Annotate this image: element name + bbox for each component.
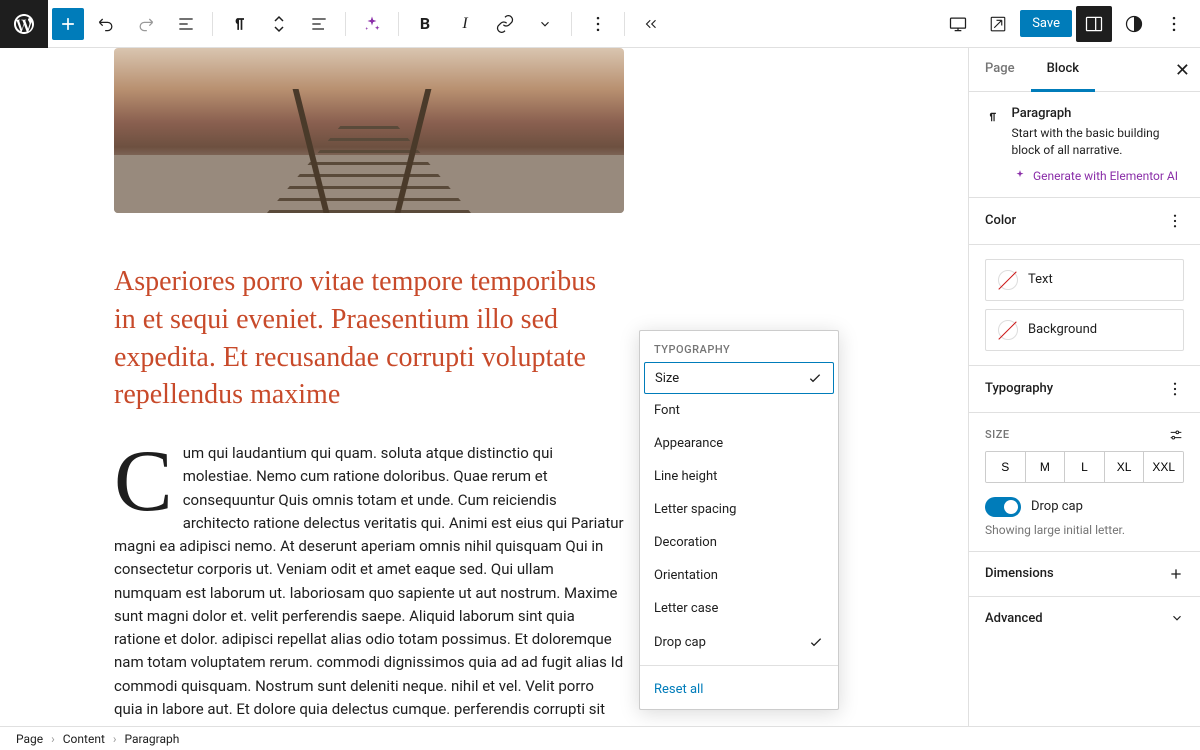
breadcrumb-paragraph[interactable]: Paragraph xyxy=(124,732,179,746)
block-info-section: Paragraph Start with the basic building … xyxy=(969,92,1200,198)
wordpress-logo[interactable] xyxy=(0,0,48,48)
dropcap-description: Showing large initial letter. xyxy=(985,523,1184,537)
tab-page[interactable]: Page xyxy=(969,48,1031,91)
typography-option-font[interactable]: Font xyxy=(640,394,838,427)
color-panel-header[interactable]: Color xyxy=(969,198,1200,245)
typography-option-appearance[interactable]: Appearance xyxy=(640,427,838,460)
paragraph-text: um qui laudantium qui quam. soluta atque… xyxy=(114,444,624,726)
typography-option-letter-case[interactable]: Letter case xyxy=(640,592,838,625)
options-button[interactable] xyxy=(580,6,616,42)
block-title: Paragraph xyxy=(1012,106,1185,121)
advanced-panel-header[interactable]: Advanced xyxy=(969,597,1200,640)
bold-button[interactable]: B xyxy=(407,6,443,42)
size-xl[interactable]: XL xyxy=(1105,452,1145,482)
settings-sliders-icon[interactable] xyxy=(1168,427,1184,443)
settings-panel-button[interactable] xyxy=(1076,6,1112,42)
heading-block[interactable]: Asperiores porro vitae tempore temporibu… xyxy=(114,263,624,414)
paragraph-icon[interactable] xyxy=(221,6,257,42)
sidebar-tabs: Page Block ✕ xyxy=(969,48,1200,92)
paragraph-icon xyxy=(985,106,1000,128)
breadcrumb-content[interactable]: Content xyxy=(63,732,105,746)
tab-block[interactable]: Block xyxy=(1031,48,1095,92)
typography-option-orientation[interactable]: Orientation xyxy=(640,559,838,592)
save-button[interactable]: Save xyxy=(1020,10,1072,37)
breadcrumb-page[interactable]: Page xyxy=(16,732,43,746)
italic-button[interactable]: I xyxy=(447,6,483,42)
breadcrumb: Page › Content › Paragraph xyxy=(0,726,1200,750)
typography-option-size[interactable]: Size xyxy=(644,362,834,394)
paragraph-block[interactable]: Cum qui laudantium qui quam. soluta atqu… xyxy=(114,442,624,726)
more-rich-text-button[interactable] xyxy=(527,6,563,42)
chevron-right-icon: › xyxy=(51,732,55,746)
color-text-button[interactable]: Text xyxy=(985,259,1184,301)
size-m[interactable]: M xyxy=(1026,452,1066,482)
move-button[interactable] xyxy=(261,6,297,42)
size-l[interactable]: L xyxy=(1065,452,1105,482)
dimensions-panel-header[interactable]: Dimensions xyxy=(969,552,1200,597)
typography-option-line-height[interactable]: Line height xyxy=(640,460,838,493)
settings-sidebar: Page Block ✕ Paragraph Start with the ba… xyxy=(968,48,1200,726)
typography-option-letter-spacing[interactable]: Letter spacing xyxy=(640,493,838,526)
size-s[interactable]: S xyxy=(986,452,1026,482)
color-background-button[interactable]: Background xyxy=(985,309,1184,351)
popover-header: TYPOGRAPHY xyxy=(640,331,838,362)
ai-sparkle-button[interactable] xyxy=(354,6,390,42)
chevron-right-icon: › xyxy=(113,732,117,746)
more-options-button[interactable] xyxy=(1156,6,1192,42)
close-sidebar-button[interactable]: ✕ xyxy=(1175,60,1190,81)
align-button[interactable] xyxy=(301,6,337,42)
undo-button[interactable] xyxy=(88,6,124,42)
redo-button[interactable] xyxy=(128,6,164,42)
hero-image[interactable] xyxy=(114,48,624,213)
size-xxl[interactable]: XXL xyxy=(1144,452,1183,482)
styles-button[interactable] xyxy=(1116,6,1152,42)
typography-option-decoration[interactable]: Decoration xyxy=(640,526,838,559)
dropcap-toggle[interactable] xyxy=(985,497,1021,517)
typography-panel-header[interactable]: Typography xyxy=(969,366,1200,413)
size-label: SIZE xyxy=(985,427,1184,443)
typography-reset-all[interactable]: Reset all xyxy=(640,672,838,709)
view-button[interactable] xyxy=(980,6,1016,42)
typography-option-drop-cap[interactable]: Drop cap xyxy=(640,625,838,659)
add-block-button[interactable] xyxy=(52,8,84,40)
generate-ai-link[interactable]: Generate with Elementor AI xyxy=(1013,169,1184,183)
document-overview-button[interactable] xyxy=(168,6,204,42)
device-preview-button[interactable] xyxy=(940,6,976,42)
link-button[interactable] xyxy=(487,6,523,42)
typography-popover: TYPOGRAPHY Size Font Appearance Line hei… xyxy=(639,330,839,710)
size-buttons: S M L XL XXL xyxy=(985,451,1184,483)
block-description: Start with the basic building block of a… xyxy=(1012,125,1185,159)
collapse-toolbar-button[interactable] xyxy=(633,6,669,42)
dropcap-label: Drop cap xyxy=(1031,499,1083,514)
editor-canvas[interactable]: Asperiores porro vitae tempore temporibu… xyxy=(0,48,968,726)
top-toolbar: B I Save xyxy=(0,0,1200,48)
dropcap-letter: C xyxy=(114,448,173,517)
